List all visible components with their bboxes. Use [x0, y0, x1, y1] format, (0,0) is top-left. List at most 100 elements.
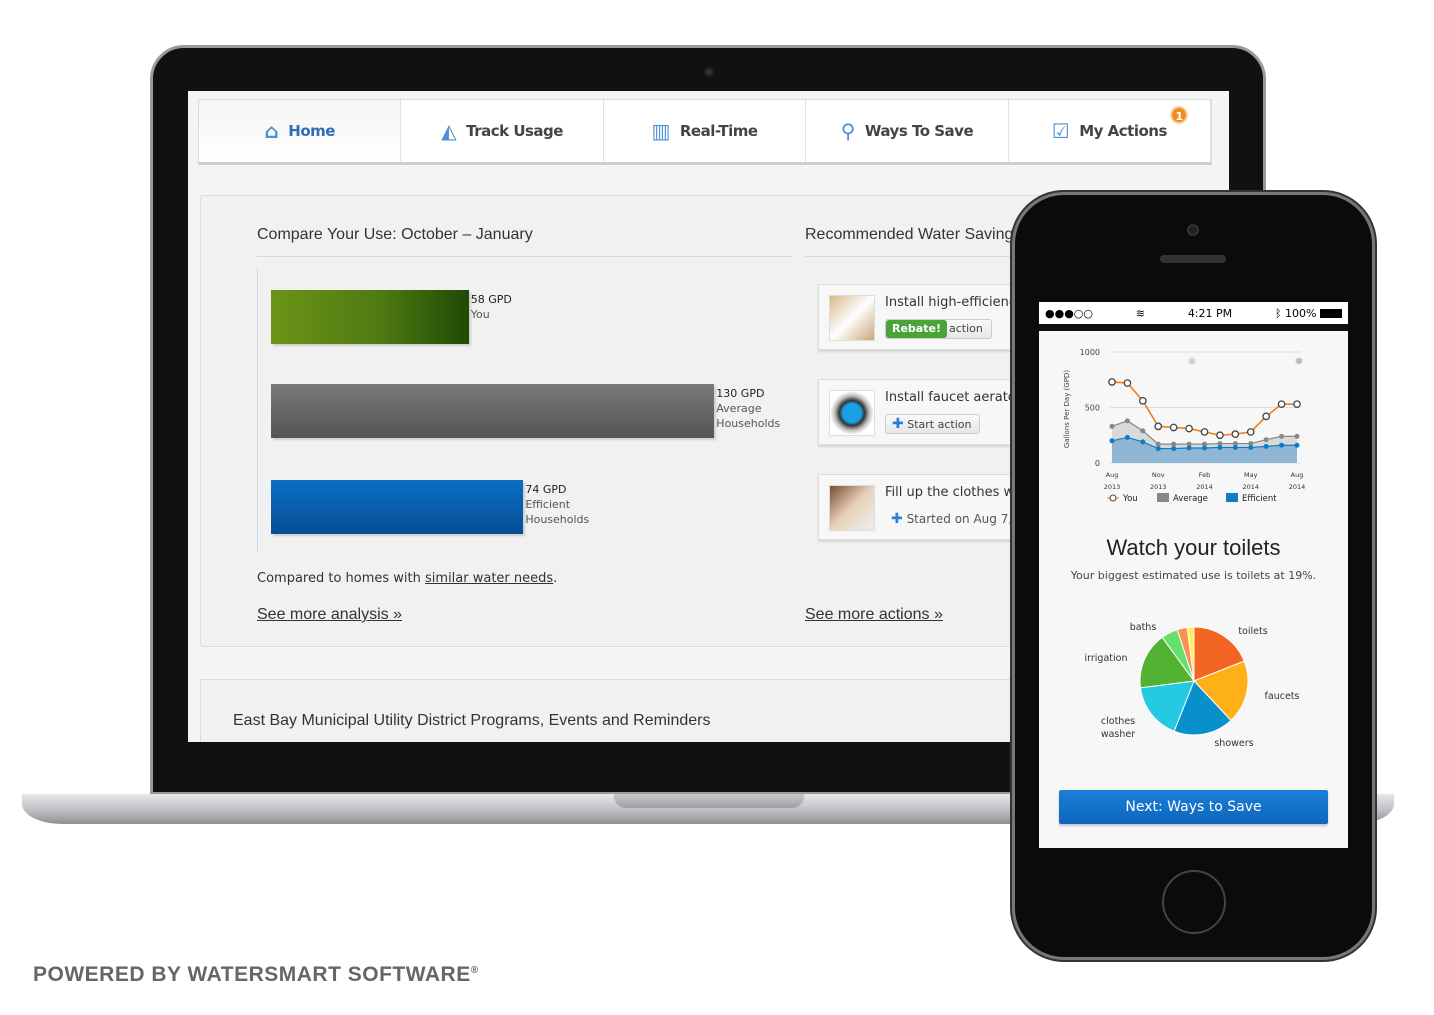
- x-tick-month: May: [1244, 471, 1258, 479]
- similar-needs-link[interactable]: similar water needs: [425, 571, 553, 586]
- point-Average: [1155, 441, 1161, 447]
- point-Efficient: [1124, 434, 1130, 440]
- bar-name: Average Households: [716, 402, 781, 430]
- start-action-button[interactable]: ✚ Start action: [885, 414, 981, 434]
- bar-name: Efficient Households: [525, 498, 590, 526]
- plus-icon: ✚: [891, 511, 903, 527]
- area-chart-icon: ◭: [441, 119, 457, 143]
- pie-label: irrigation: [1085, 653, 1128, 664]
- laptop-notch: [614, 794, 804, 808]
- x-tick-month: Aug: [1106, 471, 1119, 479]
- bar-label: 74 GPD Efficient Households: [525, 482, 589, 527]
- house-icon: ⌂: [264, 119, 279, 143]
- tab-my-actions[interactable]: ☑ My Actions 1: [1009, 100, 1212, 162]
- point-Average: [1171, 441, 1177, 447]
- rebate-badge: Rebate!: [886, 320, 947, 338]
- point-Efficient: [1140, 439, 1146, 445]
- point-Efficient: [1279, 442, 1285, 448]
- rebate-action-button[interactable]: Rebate! action: [885, 319, 992, 339]
- point-Efficient: [1248, 444, 1254, 450]
- y-axis-label: Gallons Per Day (GPD): [1063, 370, 1071, 448]
- tab-track-usage[interactable]: ◭ Track Usage: [401, 100, 604, 162]
- you-point: [1262, 412, 1271, 421]
- usage-pie-chart: toilets faucets showers clothes washer irriga…: [1085, 622, 1300, 749]
- x-tick-year: 2014: [1196, 483, 1213, 491]
- series-line-You: [1111, 381, 1297, 437]
- tab-home[interactable]: ⌂ Home: [199, 100, 402, 162]
- pie-label: clothes washer: [1101, 716, 1135, 740]
- realtime-chart-icon: ▥: [651, 119, 670, 143]
- webcam: [704, 67, 714, 77]
- point-Efficient: [1171, 446, 1177, 452]
- status-bar: ●●●○○ ≋ 4:21 PM ᛒ 100%: [1039, 302, 1348, 331]
- x-tick-month: Feb: [1199, 471, 1211, 479]
- tab-label: Real-Time: [679, 122, 758, 140]
- note-text: .: [553, 571, 558, 586]
- pie-label: showers: [1214, 738, 1253, 749]
- plus-icon: ✚: [892, 416, 904, 432]
- point-Efficient: [1294, 442, 1300, 448]
- phone-speaker: [1160, 255, 1226, 263]
- x-tick-month: Aug: [1291, 471, 1304, 479]
- phone-headline: Watch your toilets: [1106, 535, 1281, 560]
- y-tick-label: 500: [1085, 404, 1100, 413]
- point-Average: [1109, 423, 1115, 429]
- you-point: [1185, 424, 1193, 433]
- bar-1: [271, 384, 715, 438]
- x-tick-year: 2013: [1150, 483, 1167, 491]
- legend-average-swatch: [1157, 493, 1169, 502]
- pie-label: baths: [1130, 622, 1157, 633]
- point-Efficient: [1202, 445, 1207, 451]
- bluetooth-icon: ᛒ: [1274, 306, 1282, 320]
- you-point: [1138, 396, 1147, 405]
- legend-label: Efficient: [1242, 494, 1277, 504]
- y-tick-label: 1000: [1080, 348, 1100, 357]
- tab-label: Ways To Save: [864, 122, 974, 140]
- home-button[interactable]: [1162, 870, 1226, 934]
- point-Efficient: [1232, 444, 1238, 450]
- registered-mark: ®: [470, 965, 479, 976]
- footer-credit: POWERED BY WATERSMART SOFTWARE®: [33, 963, 479, 987]
- bar-value: 130 GPD: [716, 387, 765, 400]
- footer-text: POWERED BY WATERSMART SOFTWARE: [33, 963, 471, 986]
- you-point: [1246, 428, 1255, 436]
- you-point: [1277, 400, 1286, 409]
- sun-icon: ✹: [1294, 355, 1303, 368]
- point-Efficient: [1263, 443, 1269, 449]
- bar-label: 58 GPD You: [471, 292, 512, 322]
- bar-value: 74 GPD: [525, 483, 567, 496]
- next-ways-to-save-button[interactable]: Next: Ways to Save: [1059, 790, 1328, 824]
- point-Average: [1279, 433, 1285, 439]
- point-Efficient: [1217, 444, 1223, 450]
- x-tick-year: 2013: [1104, 483, 1121, 491]
- you-point: [1154, 422, 1163, 431]
- you-point: [1231, 430, 1240, 438]
- point-Average: [1140, 428, 1146, 434]
- divider: [257, 256, 793, 257]
- bar-value: 58 GPD: [470, 293, 512, 306]
- legend-efficient-swatch: [1226, 493, 1238, 502]
- main-nav: ⌂ Home ◭ Track Usage ▥ Real-Time ⚲ Ways To S…: [198, 99, 1212, 165]
- x-tick-year: 2014: [1242, 483, 1259, 491]
- pie-label: toilets: [1238, 626, 1267, 637]
- tab-real-time[interactable]: ▥ Real-Time: [604, 100, 807, 162]
- clock: 4:21 PM: [1187, 306, 1233, 320]
- you-point: [1169, 423, 1178, 432]
- bar-label: 130 GPD Average Households: [716, 386, 780, 431]
- signal-icon: ●●●○○: [1045, 306, 1093, 320]
- chart-axis: [257, 268, 258, 553]
- see-more-analysis-link[interactable]: See more analysis »: [257, 606, 402, 624]
- bar-2: [271, 480, 524, 534]
- see-more-actions-link[interactable]: See more actions »: [805, 606, 943, 624]
- toilet-image: [829, 295, 875, 341]
- battery-percent: 100%: [1285, 306, 1317, 320]
- tab-ways-to-save[interactable]: ⚲ Ways To Save: [806, 100, 1009, 162]
- programs-title: East Bay Municipal Utility District Prog…: [233, 712, 711, 729]
- usage-line-chart: 0 500 1000 Gallons Per Day (GPD) ❄ ✹ Aug 2013 No…: [1063, 348, 1305, 504]
- legend-you-marker: [1109, 494, 1117, 502]
- you-point: [1200, 428, 1209, 436]
- aerator-image: [829, 390, 875, 436]
- bar-name: You: [470, 308, 490, 321]
- faucet-icon: ⚲: [840, 119, 856, 143]
- person-image: [829, 485, 875, 531]
